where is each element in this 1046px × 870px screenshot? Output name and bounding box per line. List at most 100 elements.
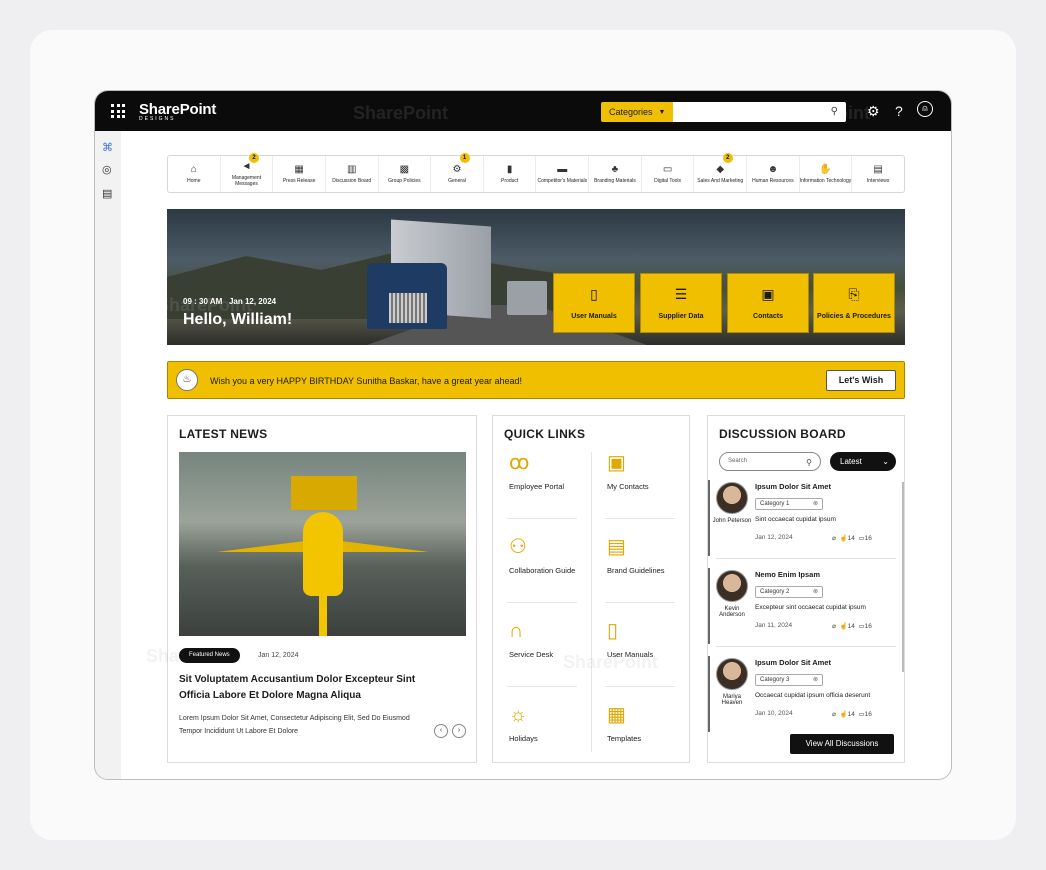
hero-banner: SharePoint 09 : 30 AM Jan 12, 2024 Hello… — [167, 209, 905, 345]
like-icon[interactable]: ☝ — [840, 535, 848, 542]
top-search-input[interactable]: ⚲ — [673, 102, 846, 122]
prev-arrow-icon[interactable]: ‹ — [434, 724, 448, 738]
nav-item-sales-and-marketing[interactable]: ◆ Sales And Marketing 2 — [694, 153, 748, 192]
manual-icon: ▯ — [590, 286, 598, 302]
quick-link-employee-portal[interactable]: ꝏ Employee Portal — [493, 448, 591, 532]
nav-item-general[interactable]: ⚙ General 1 — [431, 153, 484, 192]
news-image[interactable] — [179, 452, 466, 636]
discussion-text: Excepteur sint occaecat cupidat ipsum — [755, 604, 866, 611]
discussion-item[interactable]: Mariya Heaven Ipsum Dolor Sit Amet Categor… — [708, 656, 904, 742]
nav-item-digital-tools[interactable]: ▭ Digital Tools — [642, 156, 695, 192]
discussion-search-input[interactable]: Search ⚲ — [719, 452, 821, 471]
attachment-icon[interactable]: ⌀ — [832, 711, 836, 718]
nav-label: Human Resources — [752, 178, 794, 184]
category-tag[interactable]: Category 2 ⊗ — [755, 586, 823, 598]
nav-item-competitor-s-materials[interactable]: ▬ Competitor's Materials — [536, 156, 590, 192]
nav-label: Branding Materials — [594, 178, 636, 184]
gears-icon: ⚙ — [452, 164, 462, 175]
beach-icon: ☼ — [509, 704, 528, 726]
view-all-discussions-button[interactable]: View All Discussions — [790, 734, 894, 754]
nav-item-home[interactable]: ⌂ Home — [168, 156, 221, 192]
category-tag[interactable]: Category 1 ⊗ — [755, 498, 823, 510]
help-icon[interactable]: ? — [895, 102, 903, 120]
quick-link-brand-guidelines[interactable]: ▤ Brand Guidelines — [591, 532, 689, 616]
discussion-title[interactable]: Ipsum Dolor Sit Amet — [755, 482, 831, 491]
comment-count: 16 — [864, 711, 872, 718]
site-logo[interactable]: SharePoint DESIGNS — [139, 101, 216, 122]
discussion-date: Jan 10, 2024 — [755, 710, 793, 717]
nav-item-management-messages[interactable]: ◄ Management Messages 2 — [221, 153, 274, 192]
nav-label: Competitor's Materials — [537, 178, 588, 184]
top-bar: SharePoint DESIGNS SharePoint SharePoint… — [95, 91, 951, 131]
tile-contacts[interactable]: ▣ Contacts — [727, 273, 809, 333]
book-icon: ▩ — [399, 164, 410, 175]
categories-dropdown[interactable]: Categories ▼ — [601, 102, 673, 122]
close-icon[interactable]: ⊗ — [813, 675, 818, 685]
discussion-text: Occaecat cupidat ipsum officia deserunt — [755, 692, 871, 699]
nav-item-press-release[interactable]: ▦ Press Release — [273, 156, 326, 192]
nav-label: Home — [187, 178, 201, 184]
discussion-item[interactable]: John Peterson Ipsum Dolor Sit Amet Categor… — [708, 480, 904, 566]
author-name: Kevin Anderson — [719, 606, 745, 618]
nav-item-human-resources[interactable]: ☻ Human Resources — [747, 156, 800, 192]
watermark: SharePoint — [563, 652, 659, 672]
discussion-title[interactable]: Nemo Enim Ipsam — [755, 570, 820, 579]
news-headline[interactable]: Sit Voluptatem Accusantium Dolor Excepte… — [179, 672, 439, 704]
nav-item-information-technology[interactable]: ✋ Information Technology — [800, 156, 853, 192]
nav-item-product[interactable]: ▮ Product — [484, 156, 537, 192]
nav-label: Management Messages — [231, 175, 262, 187]
nav-label: Digital Tools — [654, 178, 682, 184]
nav-item-group-policies[interactable]: ▩ Group Policies — [379, 156, 432, 192]
quick-links-panel: QUICK LINKS ꝏ Employee Portal ▣ My Contacts… — [492, 415, 690, 763]
tile-supplier-data[interactable]: ☰ Supplier Data — [640, 273, 722, 333]
search-icon[interactable]: ⚲ — [831, 106, 838, 117]
like-icon[interactable]: ☝ — [840, 711, 848, 718]
next-arrow-icon[interactable]: › — [452, 724, 466, 738]
attachment-icon[interactable]: ⌀ — [832, 535, 836, 542]
watermark: SharePoint — [353, 103, 449, 123]
quick-link-label: Holidays — [509, 734, 538, 743]
quick-link-my-contacts[interactable]: ▣ My Contacts — [591, 448, 689, 532]
nav-label: Sales And Marketing — [697, 178, 744, 184]
like-icon[interactable]: ☝ — [840, 623, 848, 630]
tile-user-manuals[interactable]: ▯ User Manuals — [553, 273, 635, 333]
quick-link-collaboration-guide[interactable]: ⚇ Collaboration Guide — [493, 532, 591, 616]
grid-icon: ▦ — [607, 704, 626, 726]
settings-icon[interactable]: ⚙ — [867, 102, 880, 120]
current-time: 09 : 30 AM Jan 12, 2024 — [183, 297, 277, 306]
app-launcher-icon[interactable] — [111, 104, 125, 118]
nav-item-branding-materials[interactable]: ♣ Branding Materials — [589, 156, 642, 192]
latest-news-panel: LATEST NEWS SharePoint Featured News Jan… — [146, 415, 477, 763]
quick-link-label: Employee Portal — [509, 482, 565, 491]
quick-link-holidays[interactable]: ☼ Holidays — [493, 700, 591, 779]
manual-icon: ▯ — [607, 620, 619, 642]
category-tag[interactable]: Category 3 ⊗ — [755, 674, 823, 686]
author-name: John Peterson — [712, 518, 752, 524]
accent-bar — [708, 568, 710, 644]
close-icon[interactable]: ⊗ — [813, 587, 818, 597]
discussion-item[interactable]: Kevin Anderson Nemo Enim Ipsam Category 2 ⊗… — [708, 568, 904, 654]
accent-bar — [708, 656, 710, 732]
tile-policies[interactable]: ⎘ Policies & Procedures — [813, 273, 895, 333]
nav-item-discussion-board[interactable]: ▥ Discussion Board — [326, 156, 379, 192]
network-icon[interactable]: ⌘ — [102, 141, 113, 154]
globe-icon[interactable]: ◎ — [102, 163, 112, 176]
attachment-icon[interactable]: ⌀ — [832, 623, 836, 630]
like-count: 14 — [847, 623, 855, 630]
notification-badge: 2 — [722, 153, 733, 163]
latest-filter-dropdown[interactable]: Latest ⌄ — [830, 452, 896, 471]
avatar[interactable] — [716, 570, 748, 602]
user-profile-icon[interactable]: ⍝ — [917, 101, 933, 117]
quick-link-templates[interactable]: ▦ Templates — [591, 700, 689, 779]
avatar[interactable] — [716, 658, 748, 690]
nav-item-interviews[interactable]: ▤ Interviews — [852, 156, 904, 192]
nav-label: Information Technology — [799, 178, 852, 184]
close-icon[interactable]: ⊗ — [813, 499, 818, 509]
avatar[interactable] — [716, 482, 748, 514]
card-icon[interactable]: ▤ — [102, 187, 112, 200]
comment-count: 16 — [864, 623, 872, 630]
quick-link-label: Templates — [607, 734, 642, 743]
lets-wish-button[interactable]: Let's Wish — [826, 370, 896, 391]
discussion-title[interactable]: Ipsum Dolor Sit Amet — [755, 658, 831, 667]
search-icon[interactable]: ⚲ — [806, 454, 812, 471]
